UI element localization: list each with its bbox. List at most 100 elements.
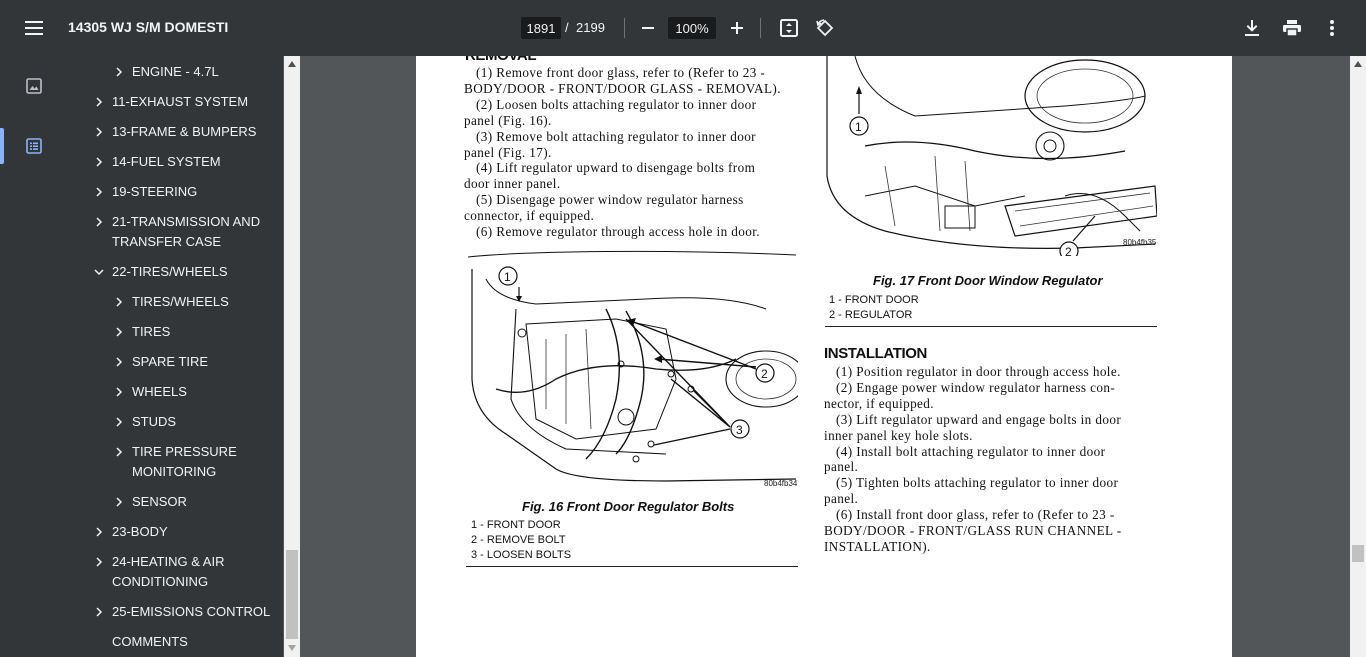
outline-item-label: 14-FUEL SYSTEM	[112, 154, 221, 169]
figure-16-rule	[466, 566, 798, 567]
outline-item-studs[interactable]: STUDS	[68, 412, 283, 432]
removal-step-line: (2) Loosen bolts attaching regulator to …	[476, 96, 757, 112]
chevron-right-icon[interactable]	[114, 417, 124, 427]
page-separator: /	[565, 20, 569, 35]
chevron-down-icon[interactable]	[94, 267, 104, 277]
more-vert-icon[interactable]	[1320, 16, 1344, 40]
chevron-right-icon[interactable]	[114, 387, 124, 397]
figure-17-legend-1: 1 - FRONT DOOR	[829, 294, 919, 306]
toolbar-divider	[760, 18, 761, 38]
chevron-right-icon[interactable]	[114, 67, 124, 77]
installation-step-line: (6) Install front door glass, refer to (…	[836, 507, 1115, 523]
removal-heading: REMOVAL	[465, 56, 536, 64]
chevron-right-icon[interactable]	[114, 357, 124, 367]
sidebar-rail	[0, 56, 68, 657]
removal-step-line: connector, if equipped.	[464, 208, 595, 224]
outline-item-label: 11-EXHAUST SYSTEM	[112, 94, 249, 109]
chevron-right-icon[interactable]	[94, 127, 104, 137]
outline-item-13-frame-bumpers[interactable]: 13-FRAME & BUMPERS	[68, 122, 283, 142]
outline-item-label: 21-TRANSMISSION AND	[112, 214, 261, 229]
page-number-input[interactable]: 1891	[521, 17, 561, 39]
plus-icon[interactable]	[725, 16, 749, 40]
removal-step-line: panel (Fig. 16).	[464, 112, 552, 128]
outline-item-24-heating-air[interactable]: 24-HEATING & AIR CONDITIONING	[68, 552, 283, 592]
outline-item-25-emissions-control[interactable]: 25-EMISSIONS CONTROL	[68, 602, 283, 622]
outline-scroll-thumb[interactable]	[286, 550, 298, 639]
outline-item-14-fuel-system[interactable]: 14-FUEL SYSTEM	[68, 152, 283, 172]
pdf-toolbar: 14305 WJ S/M DOMESTI 1891 / 2199 100%	[0, 0, 1366, 56]
document-title: 14305 WJ S/M DOMESTI	[68, 19, 229, 35]
installation-step-line: (1) Position regulator in door through a…	[836, 364, 1121, 379]
installation-step-line: (4) Install bolt attaching regulator to …	[836, 443, 1106, 459]
figure-16-legend-3: 3 - LOOSEN BOLTS	[471, 549, 572, 561]
installation-step-line: BODY/DOOR - FRONT/GLASS RUN CHANNEL -	[824, 523, 1122, 538]
installation-step-line: nector, if equipped.	[824, 395, 935, 411]
removal-step-line: (5) Disengage power window regulator har…	[476, 192, 744, 208]
outline-item-label: 19-STEERING	[112, 184, 198, 199]
outline-item-label: 13-FRAME & BUMPERS	[112, 124, 257, 139]
main-scrollbar[interactable]	[1350, 56, 1366, 657]
hamburger-icon[interactable]	[18, 14, 50, 42]
fig16-callout-3: 3	[736, 423, 743, 437]
chevron-right-icon[interactable]	[94, 157, 104, 167]
outline-item-23-body[interactable]: 23-BODY	[68, 522, 283, 542]
outline-scrollbar[interactable]	[284, 56, 300, 657]
chevron-right-icon[interactable]	[94, 557, 104, 567]
outline-item-label: SPARE TIRE	[132, 354, 209, 369]
fig16-callout-2: 2	[761, 367, 768, 381]
installation-step-line: panel.	[824, 491, 859, 507]
chevron-right-icon[interactable]	[114, 297, 124, 307]
chevron-right-icon[interactable]	[114, 497, 124, 507]
figure-17-rule	[825, 326, 1157, 327]
zoom-value[interactable]: 100%	[668, 17, 716, 39]
fit-page-icon[interactable]	[777, 16, 801, 40]
outline-item-spare-tire[interactable]: SPARE TIRE	[68, 352, 283, 372]
outline-item-19-steering[interactable]: 19-STEERING	[68, 182, 283, 202]
figure-17-legend-2: 2 - REGULATOR	[829, 309, 913, 321]
fig17-callout-1: 1	[855, 120, 862, 134]
outline-item-label: 22-TIRES/WHEELS	[112, 264, 228, 279]
print-icon[interactable]	[1280, 16, 1304, 40]
installation-step-line: (3) Lift regulator upward and engage bol…	[836, 411, 1122, 427]
removal-step-line: BODY/DOOR - FRONT/DOOR GLASS - REMOVAL).	[464, 80, 781, 96]
installation-heading: INSTALLATION	[824, 345, 927, 362]
download-icon[interactable]	[1240, 16, 1264, 40]
outline-icon[interactable]	[0, 128, 68, 164]
outline-item-engine-4-7l[interactable]: ENGINE - 4.7L	[68, 62, 283, 82]
outline-item-11-exhaust-system[interactable]: 11-EXHAUST SYSTEM	[68, 92, 283, 112]
outline-item-wheels[interactable]: WHEELS	[68, 382, 283, 402]
removal-step-line: (6) Remove regulator through access hole…	[476, 224, 761, 239]
chevron-right-icon[interactable]	[94, 97, 104, 107]
outline-item-comments[interactable]: COMMENTS	[68, 632, 283, 652]
chevron-right-icon[interactable]	[94, 527, 104, 537]
image-icon[interactable]	[0, 68, 68, 104]
outline-item-tire-pressure[interactable]: TIRE PRESSURE MONITORING	[68, 442, 283, 482]
minus-icon[interactable]	[636, 16, 660, 40]
outline-item-label: WHEELS	[132, 384, 187, 399]
figure-16-legend-2: 2 - REMOVE BOLT	[471, 534, 566, 546]
outline-item-label: 25-EMISSIONS CONTROL	[112, 604, 271, 619]
outline-item-label: 24-HEATING & AIR	[112, 554, 225, 569]
chevron-right-icon[interactable]	[114, 327, 124, 337]
outline-item-label-cont: CONDITIONING	[112, 574, 209, 589]
toolbar-divider	[624, 18, 625, 38]
chevron-right-icon[interactable]	[94, 187, 104, 197]
outline-item-21-transmission-and[interactable]: 21-TRANSMISSION AND TRANSFER CASE	[68, 212, 283, 252]
installation-step-line: inner panel key hole slots.	[824, 427, 973, 443]
outline-item-label: ENGINE - 4.7L	[132, 64, 219, 79]
figure-16-illustration: 1 2 3	[466, 249, 798, 494]
outline-item-tires-wheels[interactable]: TIRES/WHEELS	[68, 292, 283, 312]
document-outline: ENGINE - 4.7L 11-EXHAUST SYSTEM 13-FRAME &…	[68, 56, 283, 657]
fig16-callout-1: 1	[504, 270, 511, 284]
main-scroll-thumb[interactable]	[1352, 545, 1364, 562]
outline-item-tires[interactable]: TIRES	[68, 322, 283, 342]
page-total: 2199	[576, 20, 605, 35]
chevron-right-icon[interactable]	[94, 607, 104, 617]
pdf-viewer: REMOVAL (1) Remove front door glass, ref…	[300, 56, 1350, 657]
outline-item-sensor[interactable]: SENSOR	[68, 492, 283, 512]
chevron-right-icon[interactable]	[94, 217, 104, 227]
outline-item-22-tires-wheels[interactable]: 22-TIRES/WHEELS	[68, 262, 283, 282]
chevron-right-icon[interactable]	[114, 447, 124, 457]
rotate-icon[interactable]	[813, 16, 837, 40]
outline-item-label: COMMENTS	[112, 634, 188, 649]
